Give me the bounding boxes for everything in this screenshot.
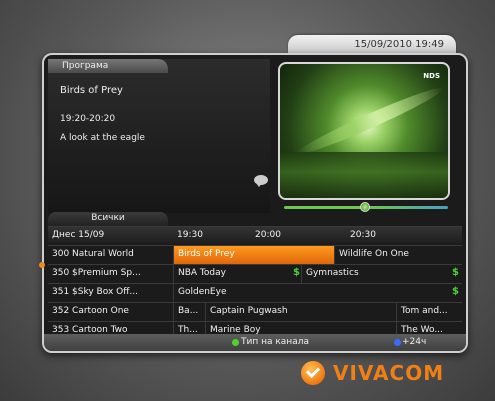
channel-type-hint[interactable]: Тип на канала	[241, 337, 309, 347]
filter-tab-all[interactable]: Всички	[48, 212, 168, 226]
progress-knob[interactable]	[360, 202, 370, 212]
vivacom-logo-icon	[301, 361, 325, 385]
preview-image-reflection	[280, 152, 448, 198]
video-preview: NDS	[278, 62, 450, 200]
channel-name[interactable]: 352 Cartoon One	[48, 303, 173, 321]
program-cell[interactable]: Ba...	[173, 303, 205, 321]
channel-row[interactable]: 352 Cartoon One Ba... Captain Pugwash To…	[48, 302, 462, 321]
epg-panel: Програма Birds of Prey 19:20-20:20 A loo…	[42, 53, 468, 353]
program-cell[interactable]: Gymnastics	[301, 265, 462, 283]
channel-name[interactable]: 300 Natural World	[48, 246, 173, 264]
key-hint-bar: Тип на канала +24ч	[44, 334, 466, 351]
channel-row[interactable]: 350 $Premium Sp... NBA Today $ Gymnastic…	[48, 264, 462, 283]
brand-logo: VIVACOM	[301, 360, 444, 386]
program-tab-label: Програма	[48, 59, 168, 73]
blue-key-icon	[394, 339, 401, 346]
time-label-2000: 20:00	[255, 230, 281, 240]
program-time: 19:20-20:20	[60, 114, 116, 124]
channel-name[interactable]: 350 $Premium Sp...	[48, 265, 173, 283]
pay-per-view-icon: $	[452, 267, 459, 278]
green-key-icon	[232, 339, 239, 346]
program-description: A look at the eagle	[60, 133, 145, 143]
current-channel-marker	[39, 262, 45, 268]
pay-per-view-icon: $	[452, 286, 459, 297]
program-cell-selected[interactable]: Birds of Prey	[173, 246, 334, 264]
program-cell[interactable]: Wildlife On One	[334, 246, 462, 264]
channel-name[interactable]: 351 $Sky Box Off...	[48, 284, 173, 302]
date-time-display: 15/09/2010 19:49	[288, 35, 456, 55]
epg-grid: Днес 15/09 19:30 20:00 20:30 300 Natural…	[48, 226, 462, 340]
program-title: Birds of Prey	[60, 85, 123, 96]
pay-per-view-icon: $	[293, 267, 300, 278]
grid-header-row: Днес 15/09 19:30 20:00 20:30	[48, 226, 462, 245]
channel-row[interactable]: 351 $Sky Box Off... GoldenEye $	[48, 283, 462, 302]
date-label: Днес 15/09	[52, 230, 105, 240]
program-cell[interactable]: NBA Today	[173, 265, 301, 283]
nds-logo: NDS	[423, 72, 440, 80]
plus-24h-hint[interactable]: +24ч	[402, 337, 426, 347]
preview-image-leaf	[294, 82, 446, 160]
time-label-2030: 20:30	[350, 230, 376, 240]
program-info-pane: Програма Birds of Prey 19:20-20:20 A loo…	[48, 59, 270, 213]
brand-name: VIVACOM	[333, 361, 445, 385]
time-label-1930: 19:30	[177, 230, 203, 240]
program-cell[interactable]: GoldenEye	[173, 284, 462, 302]
speech-bubble-icon	[254, 175, 268, 187]
program-cell[interactable]: Tom and...	[396, 303, 462, 321]
program-cell[interactable]: Captain Pugwash	[205, 303, 396, 321]
channel-row[interactable]: 300 Natural World Birds of Prey Wildlife…	[48, 245, 462, 264]
